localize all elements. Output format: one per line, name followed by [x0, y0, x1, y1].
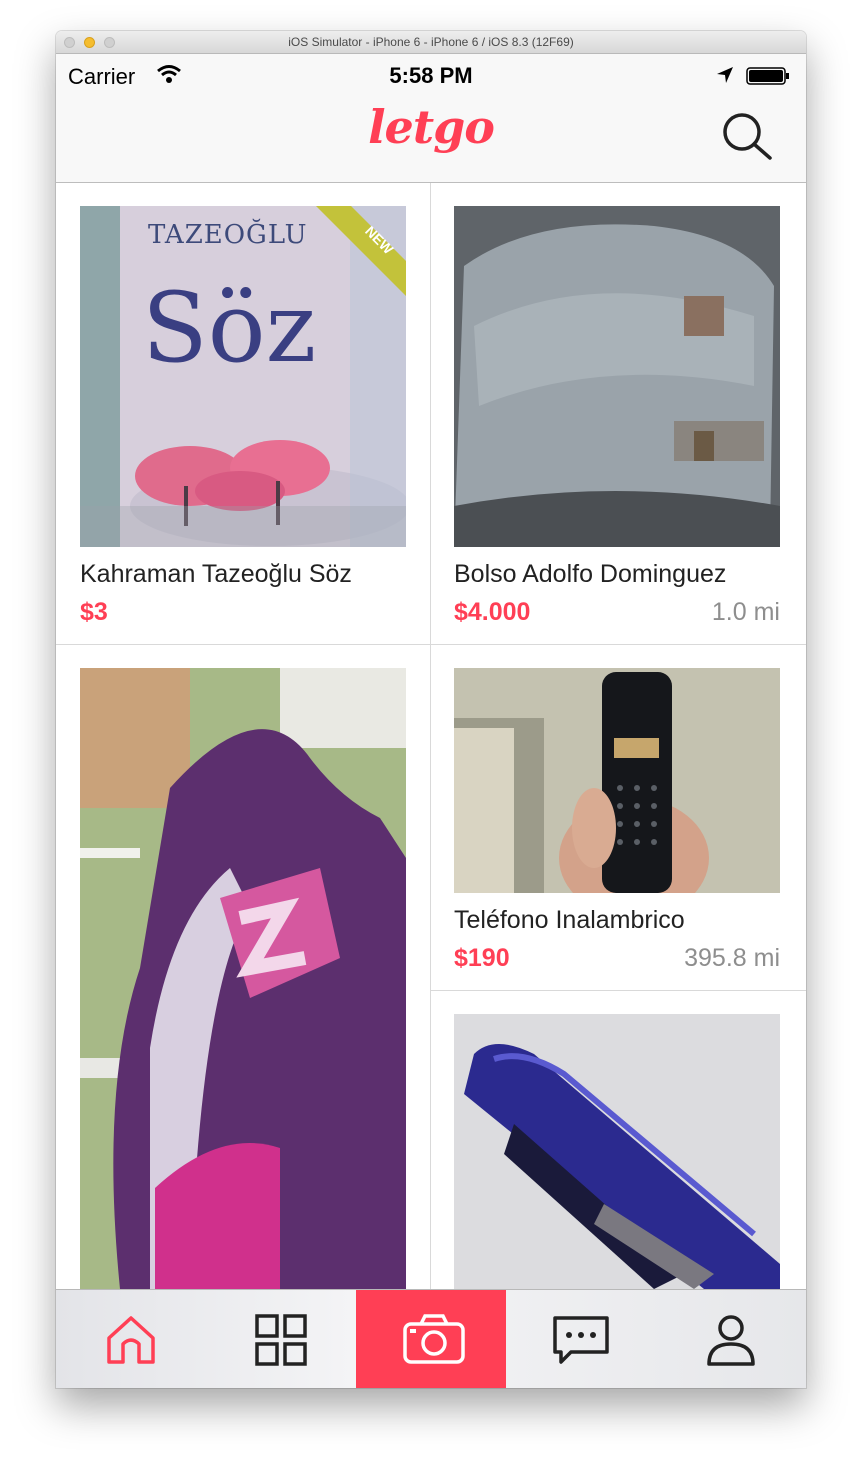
product-title: Bolso Adolfo Dominguez: [454, 560, 727, 588]
product-card[interactable]: [56, 645, 430, 1289]
tab-bar: [56, 1289, 806, 1388]
tab-profile[interactable]: [656, 1290, 806, 1388]
product-photo-bag[interactable]: [454, 206, 780, 547]
phone-illustration: [454, 668, 780, 893]
simulator-window: iOS Simulator - iPhone 6 - iPhone 6 / iO…: [56, 31, 806, 1388]
product-title: Kahraman Tazeoğlu Söz: [80, 560, 352, 588]
product-title: Teléfono Inalambrico: [454, 906, 685, 934]
new-badge-ribbon: [316, 206, 406, 296]
chat-icon: [553, 1316, 609, 1364]
tab-home[interactable]: [56, 1290, 206, 1388]
stapler-illustration: [454, 1014, 780, 1289]
product-price: $190: [454, 944, 510, 972]
product-photo-sneaker[interactable]: [80, 668, 406, 1289]
product-price: $4.000: [454, 598, 531, 626]
product-card[interactable]: TAZEOĞLU Söz NEW Kahraman Tazeoğlu Söz $…: [56, 183, 430, 644]
status-time: 5:58 PM: [389, 63, 473, 88]
home-icon: [107, 1316, 155, 1364]
navigation-bar: letgo: [56, 94, 806, 183]
camera-icon: [403, 1314, 465, 1364]
product-photo-stapler[interactable]: [454, 1014, 780, 1289]
product-price: $3: [80, 598, 108, 626]
product-distance: 395.8 mi: [684, 944, 780, 972]
window-titlebar: iOS Simulator - iPhone 6 - iPhone 6 / iO…: [56, 31, 806, 54]
tab-categories[interactable]: [206, 1290, 356, 1388]
letgo-logo: letgo: [368, 100, 495, 154]
product-card[interactable]: Teléfono Inalambrico $190 395.8 mi: [431, 645, 806, 990]
product-photo-phone[interactable]: [454, 668, 780, 893]
search-icon[interactable]: [720, 110, 774, 164]
book-title-text: Söz: [142, 272, 317, 384]
zoom-window-button[interactable]: [104, 37, 115, 48]
sneaker-illustration: [80, 668, 406, 1289]
bag-illustration: [454, 206, 780, 547]
product-photo-book[interactable]: TAZEOĞLU Söz NEW: [80, 206, 406, 547]
location-arrow-icon: [717, 67, 733, 83]
window-title: iOS Simulator - iPhone 6 - iPhone 6 / iO…: [288, 35, 574, 49]
product-card[interactable]: [431, 991, 806, 1289]
minimize-window-button[interactable]: [84, 37, 95, 48]
profile-icon: [707, 1315, 755, 1366]
product-distance: 1.0 mi: [711, 598, 780, 626]
book-author-text: TAZEOĞLU: [148, 220, 308, 250]
status-bar: Carrier 5:58 PM: [56, 54, 806, 94]
battery-icon: [746, 67, 789, 85]
grid-icon: [255, 1314, 307, 1366]
product-feed[interactable]: TAZEOĞLU Söz NEW Kahraman Tazeoğlu Söz $…: [56, 183, 806, 1289]
tab-sell-camera[interactable]: [356, 1290, 506, 1388]
product-card[interactable]: Bolso Adolfo Dominguez $4.000 1.0 mi: [431, 183, 806, 644]
tab-chats[interactable]: [506, 1290, 656, 1388]
close-window-button[interactable]: [64, 37, 75, 48]
